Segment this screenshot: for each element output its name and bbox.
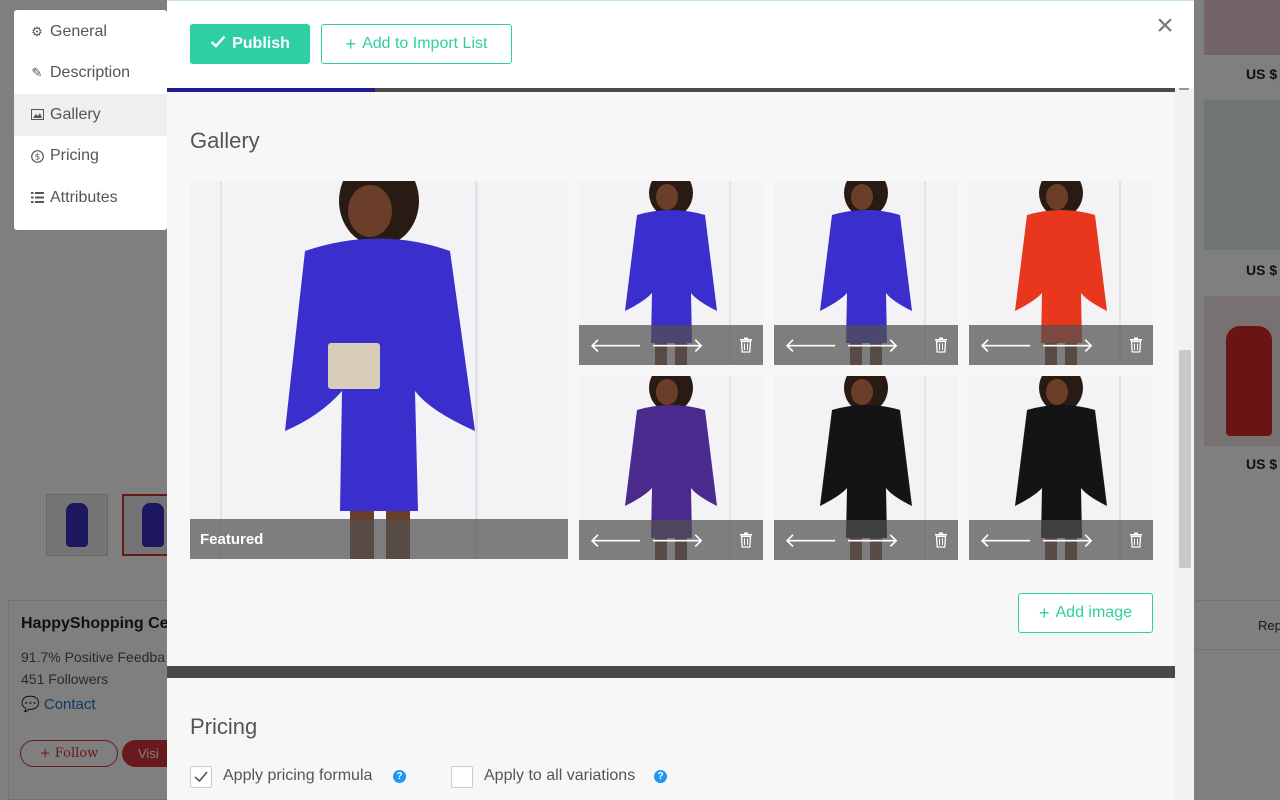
arrow-left-icon[interactable]: 🡐 <box>979 528 1033 553</box>
arrow-left-icon[interactable]: 🡐 <box>589 333 643 358</box>
nav-item-gallery[interactable]: Gallery <box>14 94 167 136</box>
featured-image[interactable]: Featured <box>190 181 568 559</box>
arrow-right-icon[interactable]: 🡒 <box>1041 528 1095 553</box>
apply-pricing-formula-label: Apply pricing formula <box>223 767 373 784</box>
dollar-icon: $ <box>30 149 44 163</box>
trash-icon[interactable] <box>1129 532 1143 548</box>
apply-to-all-variations-label: Apply to all variations <box>484 767 636 784</box>
gallery-section: Gallery Featured + Add image 🡐🡒🡐🡒🡐🡒 <box>167 92 1175 666</box>
gallery-tile[interactable]: 🡐 🡒 <box>969 181 1153 365</box>
gallery-tile[interactable]: 🡐 🡒 <box>579 376 763 560</box>
apply-to-all-variations-checkbox[interactable] <box>451 766 473 788</box>
list-icon <box>30 192 44 204</box>
add-to-import-list-button[interactable]: + Add to Import List <box>321 24 512 64</box>
tile-action-bar: 🡐 🡒 <box>579 520 763 560</box>
plus-icon: + <box>345 33 357 54</box>
arrow-left-icon[interactable]: 🡐 <box>979 333 1033 358</box>
gallery-tile[interactable]: 🡐 🡒 <box>579 181 763 365</box>
nav-item-pricing[interactable]: $ Pricing <box>14 136 167 178</box>
tile-action-bar: 🡐 🡒 <box>774 520 958 560</box>
nav-item-attributes[interactable]: Attributes <box>14 177 167 219</box>
nav-item-label: Pricing <box>50 147 99 165</box>
nav-item-label: General <box>50 22 107 40</box>
gallery-tile[interactable]: 🡐 🡒 <box>774 376 958 560</box>
nav-item-label: Gallery <box>50 105 101 123</box>
svg-text:$: $ <box>34 152 40 162</box>
tile-action-bar: 🡐 🡒 <box>969 520 1153 560</box>
gear-icon: ⚙ <box>31 23 43 39</box>
arrow-left-icon[interactable]: 🡐 <box>589 528 643 553</box>
gallery-title: Gallery <box>190 128 260 153</box>
nav-item-label: Description <box>50 64 131 82</box>
image-icon <box>30 109 44 121</box>
pencil-icon: ✎ <box>31 65 43 81</box>
dress-photo <box>190 181 568 559</box>
apply-pricing-formula-checkbox[interactable] <box>190 766 212 788</box>
arrow-right-icon[interactable]: 🡒 <box>651 333 705 358</box>
trash-icon[interactable] <box>739 337 753 353</box>
tile-action-bar: 🡐 🡒 <box>579 325 763 365</box>
arrow-right-icon[interactable]: 🡒 <box>846 528 900 553</box>
gallery-tile[interactable]: 🡐 🡒 <box>969 376 1153 560</box>
product-editor-modal: Publish + Add to Import List × Gallery F… <box>167 0 1194 800</box>
section-divider <box>167 666 1175 678</box>
add-image-label: Add image <box>1055 604 1133 621</box>
tile-action-bar: 🡐 🡒 <box>969 325 1153 365</box>
pricing-title: Pricing <box>190 714 258 739</box>
trash-icon[interactable] <box>739 532 753 548</box>
modal-toolbar: Publish + Add to Import List × <box>167 0 1194 88</box>
featured-label: Featured <box>200 530 264 548</box>
section-nav: ⚙ General ✎ Description Gallery $ Pricin… <box>14 10 167 230</box>
arrow-left-icon[interactable]: 🡐 <box>784 528 838 553</box>
arrow-right-icon[interactable]: 🡒 <box>846 333 900 358</box>
help-icon[interactable]: ? <box>654 770 667 783</box>
trash-icon[interactable] <box>1129 337 1143 353</box>
gallery-tile[interactable]: 🡐 🡒 <box>774 181 958 365</box>
pricing-section: Pricing Apply pricing formula ? Apply to… <box>167 678 1175 800</box>
featured-caption-bar: Featured <box>190 519 568 559</box>
arrow-left-icon[interactable]: 🡐 <box>784 333 838 358</box>
tile-action-bar: 🡐 🡒 <box>774 325 958 365</box>
nav-item-label: Attributes <box>50 188 118 206</box>
arrow-right-icon[interactable]: 🡒 <box>651 528 705 553</box>
close-icon[interactable]: × <box>1151 11 1179 41</box>
check-icon <box>210 35 226 53</box>
nav-item-general[interactable]: ⚙ General <box>14 11 167 53</box>
scrollbar-up-marker <box>1179 88 1189 90</box>
publish-label: Publish <box>232 35 290 52</box>
trash-icon[interactable] <box>934 337 948 353</box>
import-label: Add to Import List <box>362 35 488 52</box>
plus-icon: + <box>1038 602 1050 623</box>
help-icon[interactable]: ? <box>393 770 406 783</box>
trash-icon[interactable] <box>934 532 948 548</box>
add-image-button[interactable]: + Add image <box>1018 593 1153 633</box>
nav-item-description[interactable]: ✎ Description <box>14 53 167 95</box>
arrow-right-icon[interactable]: 🡒 <box>1041 333 1095 358</box>
scrollbar-thumb[interactable] <box>1179 350 1191 568</box>
check-icon <box>194 771 208 783</box>
publish-button[interactable]: Publish <box>190 24 310 64</box>
